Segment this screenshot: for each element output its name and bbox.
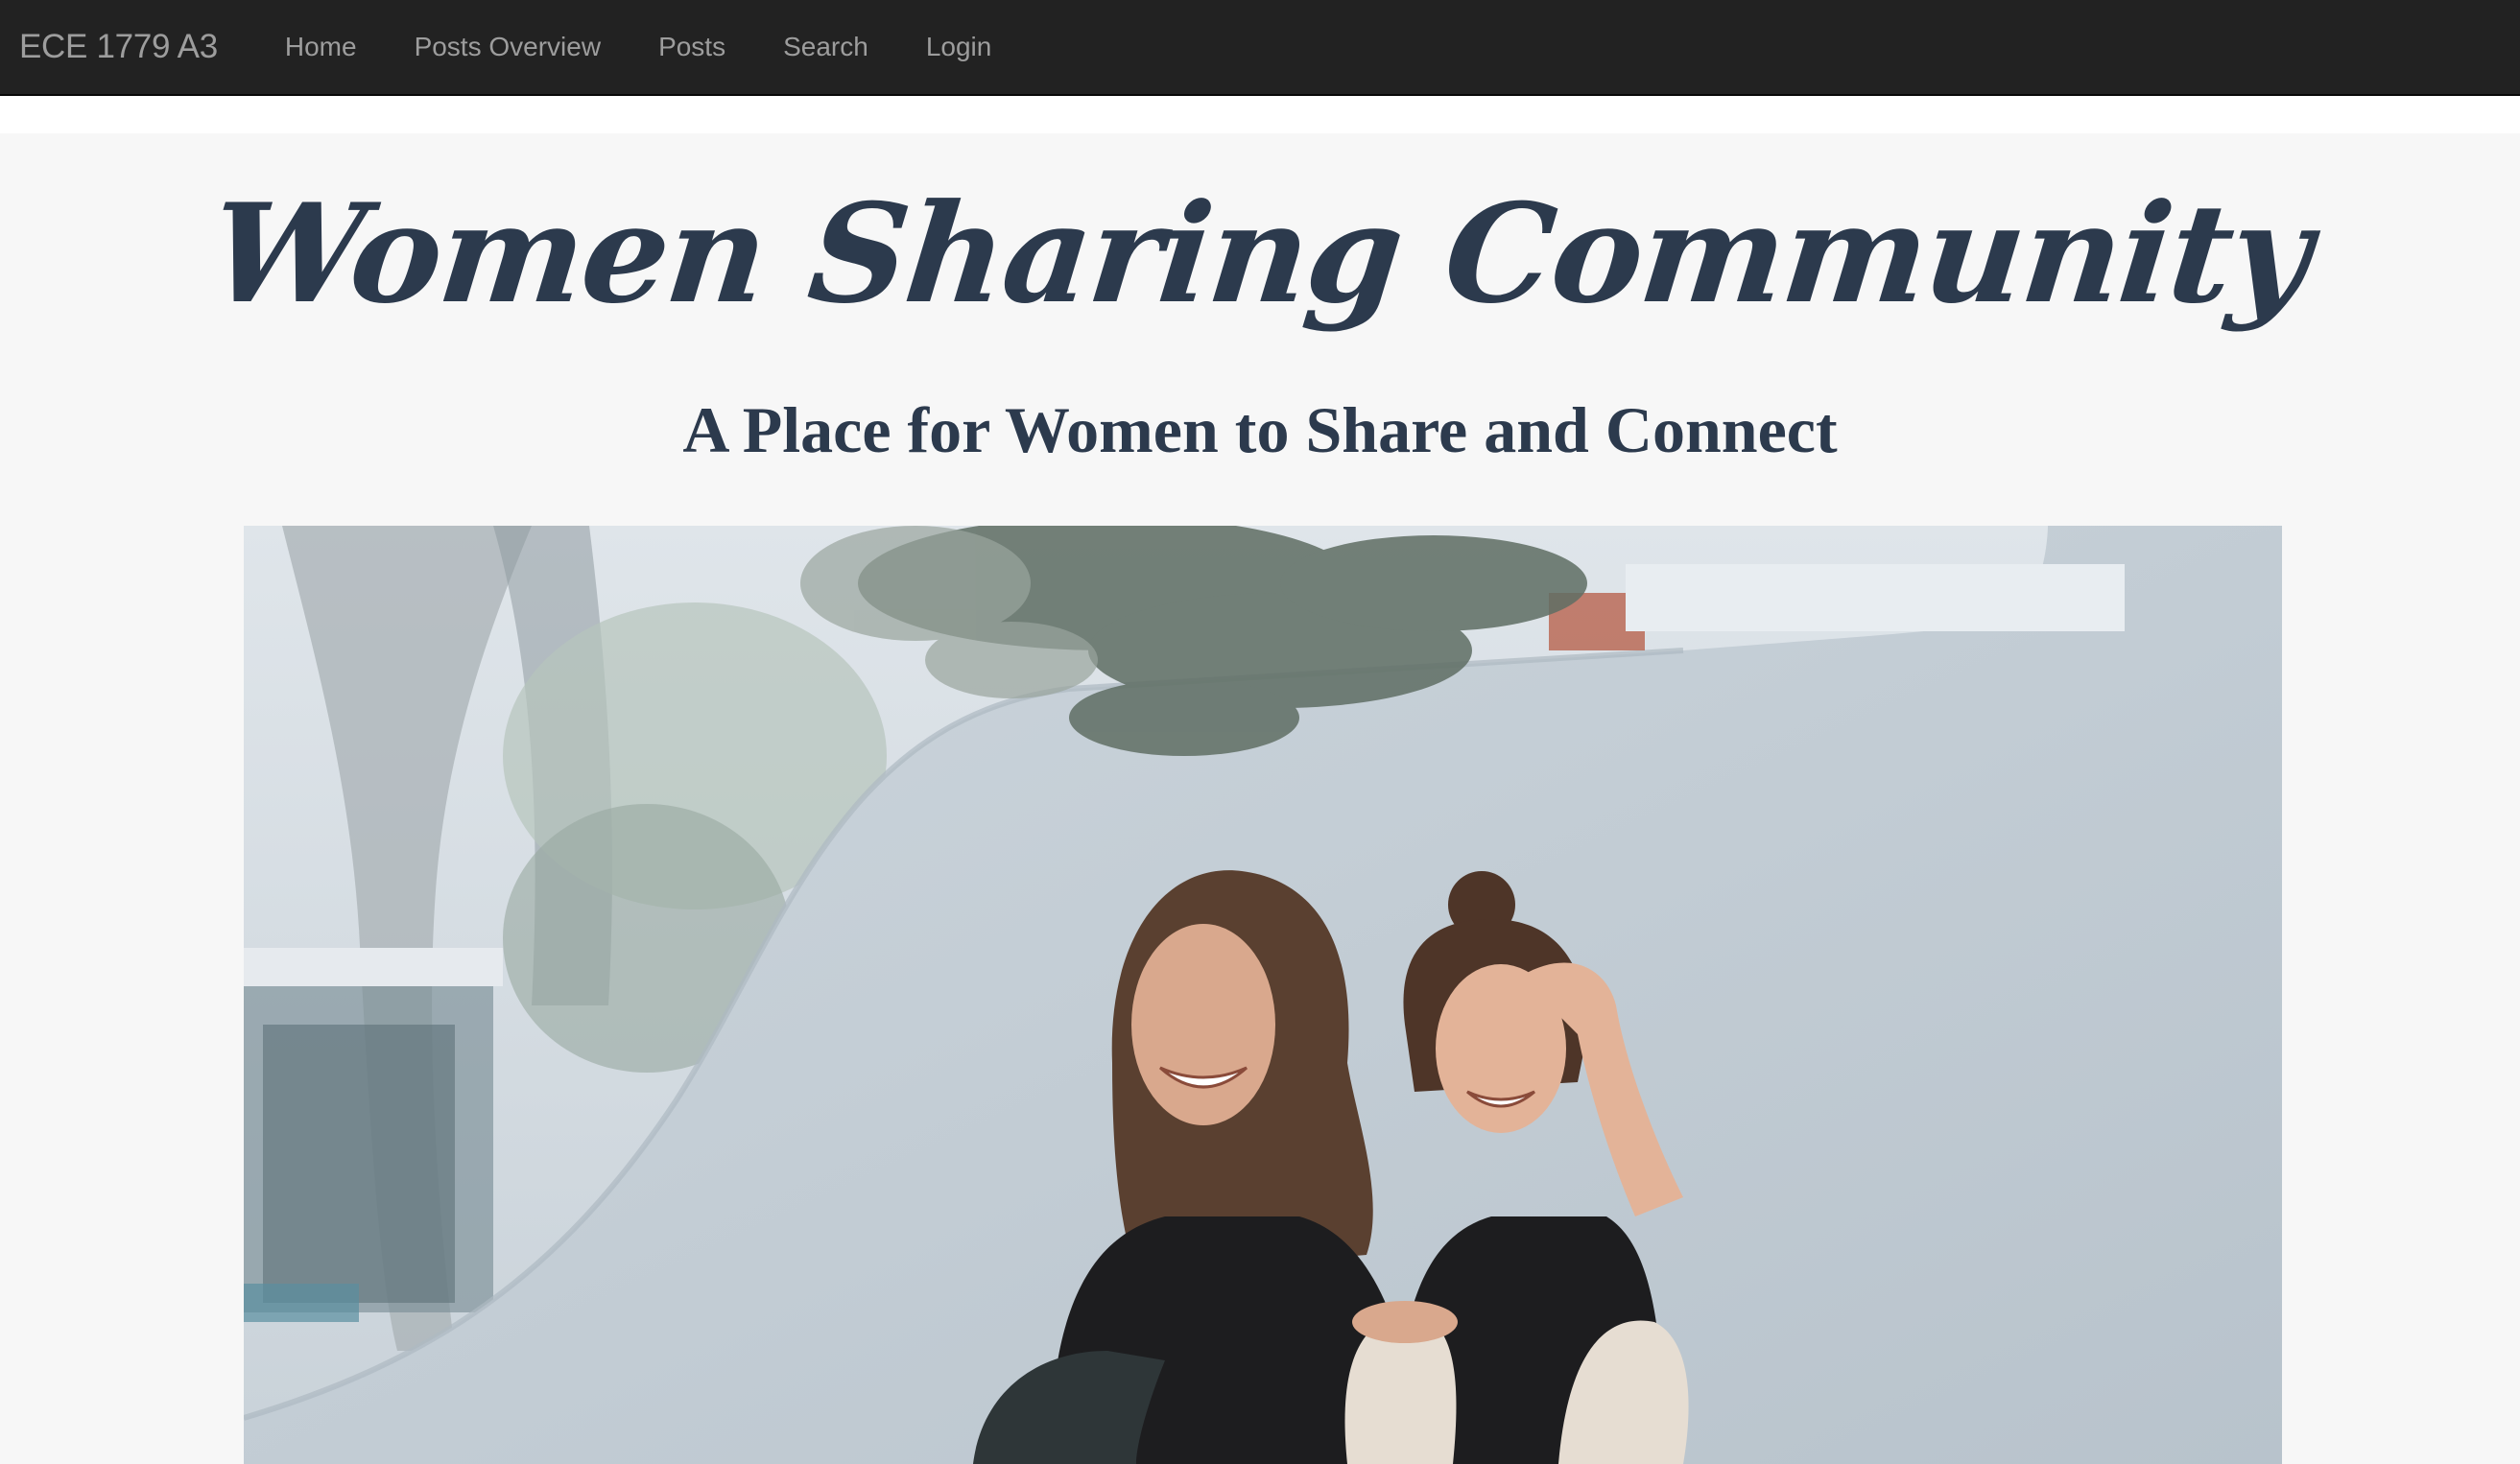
nav-login-link[interactable]: Login bbox=[897, 32, 1021, 62]
brand-link[interactable]: ECE 1779 A3 bbox=[19, 28, 218, 66]
page-subtitle: A Place for Women to Share and Connect bbox=[682, 393, 1838, 466]
nav-links: Home Posts Overview Posts Search Login bbox=[256, 32, 1020, 62]
nav-posts-link[interactable]: Posts bbox=[630, 32, 754, 62]
hero-section: Women Sharing Community A Place for Wome… bbox=[0, 133, 2520, 1464]
hero-photo bbox=[244, 526, 2282, 1464]
nav-search-link[interactable]: Search bbox=[754, 32, 897, 62]
page-title: Women Sharing Community bbox=[202, 175, 2318, 334]
top-navbar: ECE 1779 A3 Home Posts Overview Posts Se… bbox=[0, 0, 2520, 96]
two-women-laughing-photo-icon bbox=[244, 526, 2282, 1464]
nav-home-link[interactable]: Home bbox=[256, 32, 386, 62]
nav-posts-overview-link[interactable]: Posts Overview bbox=[386, 32, 630, 62]
